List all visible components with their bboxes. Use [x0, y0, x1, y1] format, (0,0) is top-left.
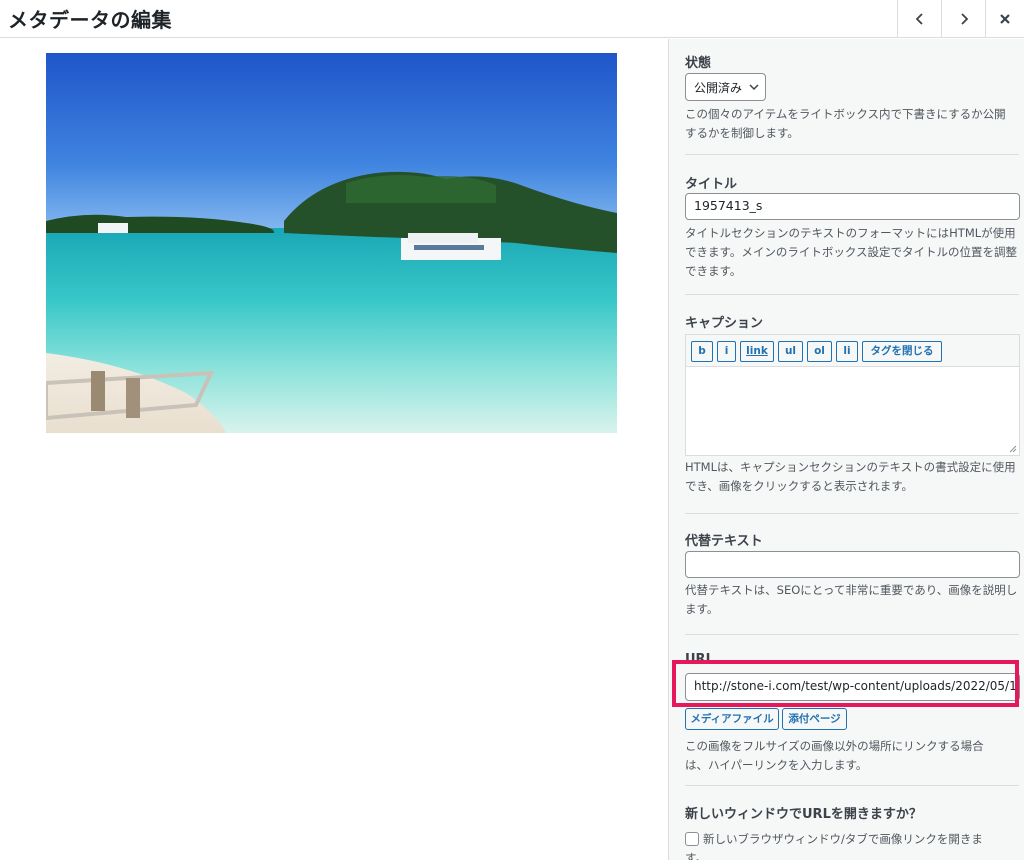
alt-text-help: 代替テキストは、SEOにとって非常に重要であり、画像を説明します。 — [685, 583, 1018, 616]
title-help: タイトルセクションのテキストのフォーマットにはHTMLが使用できます。メインのラ… — [685, 226, 1018, 278]
ul-tag-button[interactable]: ul — [778, 341, 803, 362]
chevron-down-icon — [749, 84, 759, 91]
title-label: タイトル — [685, 177, 738, 192]
link-tag-button[interactable]: link — [740, 341, 774, 362]
divider — [685, 634, 1019, 635]
chevron-right-icon — [960, 13, 968, 25]
previous-button[interactable] — [897, 0, 941, 38]
url-link-buttons: メディアファイル 添付ページ — [685, 708, 1019, 730]
divider — [685, 785, 1019, 786]
status-label: 状態 — [685, 56, 712, 71]
title-input[interactable]: 1957413_s — [685, 193, 1020, 220]
resize-grip-icon[interactable] — [1009, 445, 1017, 453]
bold-tag-button[interactable]: b — [691, 341, 713, 362]
caption-help: HTMLは、キャプションセクションのテキストの書式設定に使用でき、画像をクリック… — [685, 460, 1016, 493]
chevron-left-icon — [915, 13, 923, 25]
media-file-button[interactable]: メディアファイル — [685, 708, 779, 730]
attachment-page-button[interactable]: 添付ページ — [782, 708, 847, 730]
modal-header: メタデータの編集 — [0, 0, 1024, 38]
next-button[interactable] — [941, 0, 985, 38]
alt-text-input[interactable] — [685, 551, 1020, 578]
close-button[interactable] — [985, 0, 1024, 38]
close-icon — [1000, 14, 1010, 24]
url-highlight-box — [672, 660, 1019, 707]
status-selected-value: 公開済み — [694, 81, 743, 95]
modal-title: メタデータの編集 — [8, 8, 172, 32]
status-section: 状態 公開済み この個々のアイテムをライトボックス内で下書きにするか公開するかを… — [685, 52, 1019, 142]
status-select[interactable]: 公開済み — [685, 73, 766, 101]
close-tags-button[interactable]: タグを閉じる — [862, 341, 942, 362]
divider — [685, 154, 1019, 155]
title-section: タイトル 1957413_s タイトルセクションのテキストのフォーマットにはHT… — [685, 173, 1020, 283]
status-help: この個々のアイテムをライトボックス内で下書きにするか公開するかを制御します。 — [685, 107, 1006, 140]
divider — [685, 294, 1019, 295]
image-preview-pane — [0, 39, 668, 860]
italic-tag-button[interactable]: i — [717, 341, 736, 362]
ol-tag-button[interactable]: ol — [807, 341, 832, 362]
caption-section: キャプション b i link ul ol li タグを閉じる HTMLは、キャ… — [685, 312, 1020, 502]
divider — [685, 513, 1019, 514]
new-window-checkbox-label: 新しいブラウザウィンドウ/タブで画像リンクを開きます。 — [685, 832, 983, 860]
alt-text-label: 代替テキスト — [685, 534, 763, 549]
li-tag-button[interactable]: li — [836, 341, 858, 362]
attachment-image — [46, 53, 617, 433]
alt-text-section: 代替テキスト 代替テキストは、SEOにとって非常に重要であり、画像を説明します。 — [685, 530, 1020, 620]
url-help: この画像をフルサイズの画像以外の場所にリンクする場合は、ハイパーリンクを入力しま… — [685, 739, 984, 772]
new-window-label: 新しいウィンドウでURLを開きますか？ — [685, 807, 922, 822]
caption-textarea[interactable] — [685, 366, 1020, 456]
metadata-sidebar: 状態 公開済み この個々のアイテムをライトボックス内で下書きにするか公開するかを… — [668, 39, 1024, 860]
new-window-option[interactable]: 新しいブラウザウィンドウ/タブで画像リンクを開きます。 — [685, 830, 1019, 860]
caption-quicktags-toolbar: b i link ul ol li タグを閉じる — [685, 334, 1020, 366]
caption-label: キャプション — [685, 316, 764, 331]
new-window-section: 新しいウィンドウでURLを開きますか？ 新しいブラウザウィンドウ/タブで画像リン… — [685, 803, 1019, 860]
